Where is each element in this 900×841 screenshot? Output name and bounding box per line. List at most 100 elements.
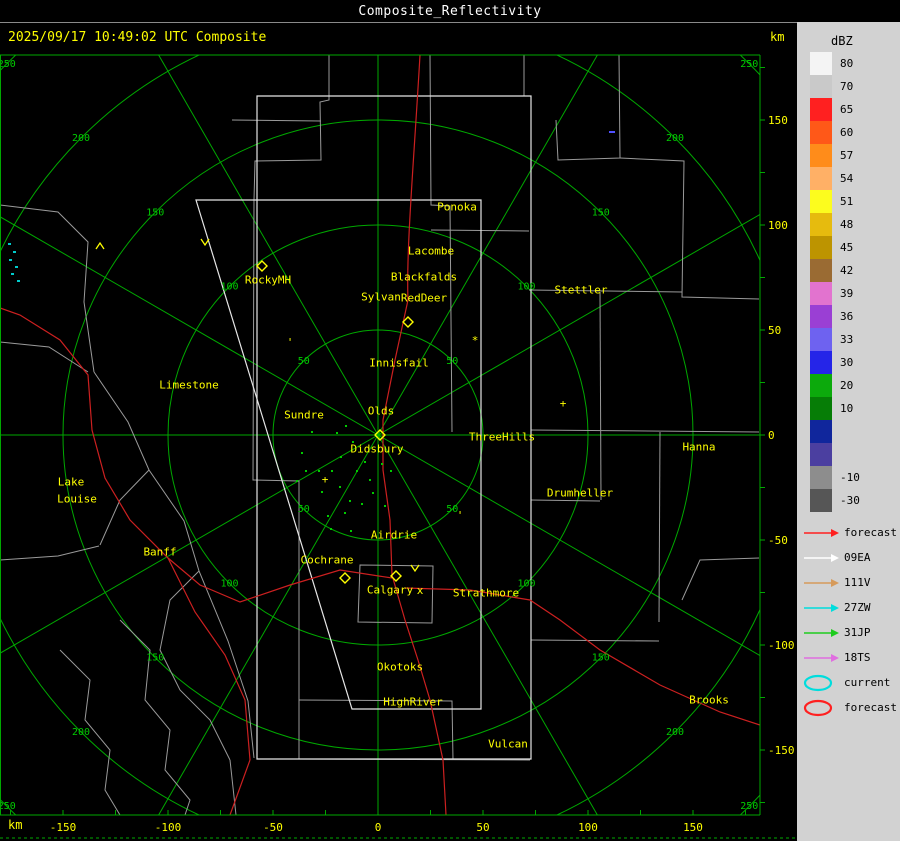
legend-arrow: 27ZW bbox=[797, 595, 900, 620]
colorbar-title: dBZ bbox=[831, 34, 853, 48]
municipal-boundary bbox=[119, 619, 191, 815]
radar-echo-dot bbox=[349, 500, 351, 502]
colorbar-value: 45 bbox=[840, 241, 854, 254]
timestamp: 2025/09/17 10:49:02 UTC Composite bbox=[8, 30, 267, 45]
echo-dot-cyan bbox=[8, 243, 11, 245]
colorbar-swatch bbox=[810, 190, 832, 213]
caret-down-icon bbox=[200, 238, 210, 247]
ring-distance-label: 250 bbox=[740, 59, 758, 70]
radar-echo-dot bbox=[350, 530, 352, 532]
colorbar-value: 65 bbox=[840, 103, 854, 116]
municipal-boundary bbox=[0, 341, 89, 373]
colorbar-swatch bbox=[810, 98, 832, 121]
ring-distance-label: 50 bbox=[298, 356, 310, 367]
ring-distance-label: 200 bbox=[72, 133, 90, 144]
legend-ellipse-icon bbox=[803, 674, 833, 691]
km-unit-bottom: km bbox=[8, 818, 23, 832]
colorbar-row: 70 bbox=[797, 75, 900, 98]
radar-echo-dot bbox=[296, 480, 298, 482]
radar-echo-dot bbox=[384, 505, 386, 507]
x-axis-label: 50 bbox=[476, 821, 489, 834]
municipal-boundary bbox=[231, 119, 322, 122]
legend-arrow-icon bbox=[804, 653, 839, 662]
caret-up-icon bbox=[95, 241, 105, 250]
legend-arrow-icon bbox=[804, 603, 839, 612]
municipal-boundary bbox=[599, 291, 602, 501]
colorbar-row: 60 bbox=[797, 121, 900, 144]
highway-line bbox=[404, 587, 760, 726]
municipal-boundary bbox=[530, 499, 601, 502]
range-ring bbox=[0, 55, 760, 815]
ring-distance-label: 150 bbox=[146, 653, 164, 664]
radar-site-marker bbox=[339, 572, 351, 584]
x-axis-label: -150 bbox=[50, 821, 77, 834]
radar-echo-dot bbox=[339, 486, 341, 488]
radar-plot[interactable]: *++''x50 5050 50100 100100 100150 150150 15020… bbox=[0, 0, 797, 841]
radar-echo-dot bbox=[372, 492, 374, 494]
colorbar-row: 36 bbox=[797, 305, 900, 328]
colorbar-row bbox=[797, 443, 900, 466]
municipal-boundary bbox=[430, 229, 530, 232]
municipal-boundary bbox=[681, 557, 760, 601]
radar-echo-dot bbox=[305, 470, 307, 472]
municipal-boundary bbox=[429, 55, 453, 433]
colorbar: 80 70 65 60 57 54 51 48 45 42 39 36 33 30 20 10 -10 -30 bbox=[797, 52, 900, 512]
colorbar-row: -10 bbox=[797, 466, 900, 489]
colorbar-value: 60 bbox=[840, 126, 854, 139]
colorbar-value: 39 bbox=[840, 287, 854, 300]
radar-echo-dot bbox=[340, 456, 342, 458]
legend-arrow-label: 31JP bbox=[844, 626, 871, 639]
y-axis-label: -50 bbox=[768, 534, 788, 547]
colorbar-value: -30 bbox=[840, 494, 860, 507]
colorbar-row: 20 bbox=[797, 374, 900, 397]
colorbar-swatch bbox=[810, 420, 832, 443]
radar-echo-dot bbox=[345, 425, 347, 427]
ring-distance-label: 150 bbox=[592, 653, 610, 664]
radar-echo-dot bbox=[331, 470, 333, 472]
colorbar-swatch bbox=[810, 259, 832, 282]
ring-distance-label: 200 bbox=[72, 727, 90, 738]
ring-distance-label: 50 bbox=[446, 356, 458, 367]
colorbar-swatch bbox=[810, 305, 832, 328]
radar-echo-dot bbox=[321, 491, 323, 493]
star-icon: * bbox=[472, 334, 479, 347]
radar-echo-dot bbox=[390, 470, 392, 472]
x-icon: x bbox=[417, 584, 424, 597]
colorbar-row: 45 bbox=[797, 236, 900, 259]
municipal-boundary bbox=[658, 431, 661, 623]
legend-arrow: 18TS bbox=[797, 645, 900, 670]
y-axis-label: -100 bbox=[768, 639, 795, 652]
y-axis-label: 150 bbox=[768, 114, 788, 127]
ring-distance-label: 150 bbox=[592, 207, 610, 218]
colorbar-value: 70 bbox=[840, 80, 854, 93]
ring-distance-label: 200 bbox=[666, 727, 684, 738]
ring-distance-label: 50 bbox=[446, 504, 458, 515]
radar-echo-dot bbox=[318, 470, 320, 472]
colorbar-swatch bbox=[810, 351, 832, 374]
radar-echo-dot bbox=[361, 503, 363, 505]
colorbar-row: 57 bbox=[797, 144, 900, 167]
legend-arrow-icon bbox=[804, 528, 839, 537]
colorbar-swatch bbox=[810, 52, 832, 75]
colorbar-swatch bbox=[810, 213, 832, 236]
colorbar-row: 39 bbox=[797, 282, 900, 305]
colorbar-value: 54 bbox=[840, 172, 854, 185]
radar-echo-dot bbox=[311, 431, 313, 433]
plus-icon: + bbox=[560, 397, 567, 410]
radar-echo-dot bbox=[352, 441, 354, 443]
colorbar-swatch bbox=[810, 328, 832, 351]
echo-dot-cyan bbox=[11, 273, 14, 275]
colorbar-swatch bbox=[810, 75, 832, 98]
colorbar-value: 30 bbox=[840, 356, 854, 369]
colorbar-row: 48 bbox=[797, 213, 900, 236]
legend-arrow-label: 27ZW bbox=[844, 601, 871, 614]
ring-distance-label: 100 bbox=[517, 578, 535, 589]
x-axis-label: 150 bbox=[683, 821, 703, 834]
legend-arrow: 31JP bbox=[797, 620, 900, 645]
radar-echo-dot bbox=[369, 479, 371, 481]
colorbar-row: 10 bbox=[797, 397, 900, 420]
legend-ellipse-label: forecast bbox=[844, 701, 897, 714]
colorbar-value: 36 bbox=[840, 310, 854, 323]
colorbar-row: 80 bbox=[797, 52, 900, 75]
legend-ellipse: forecast bbox=[797, 695, 900, 720]
